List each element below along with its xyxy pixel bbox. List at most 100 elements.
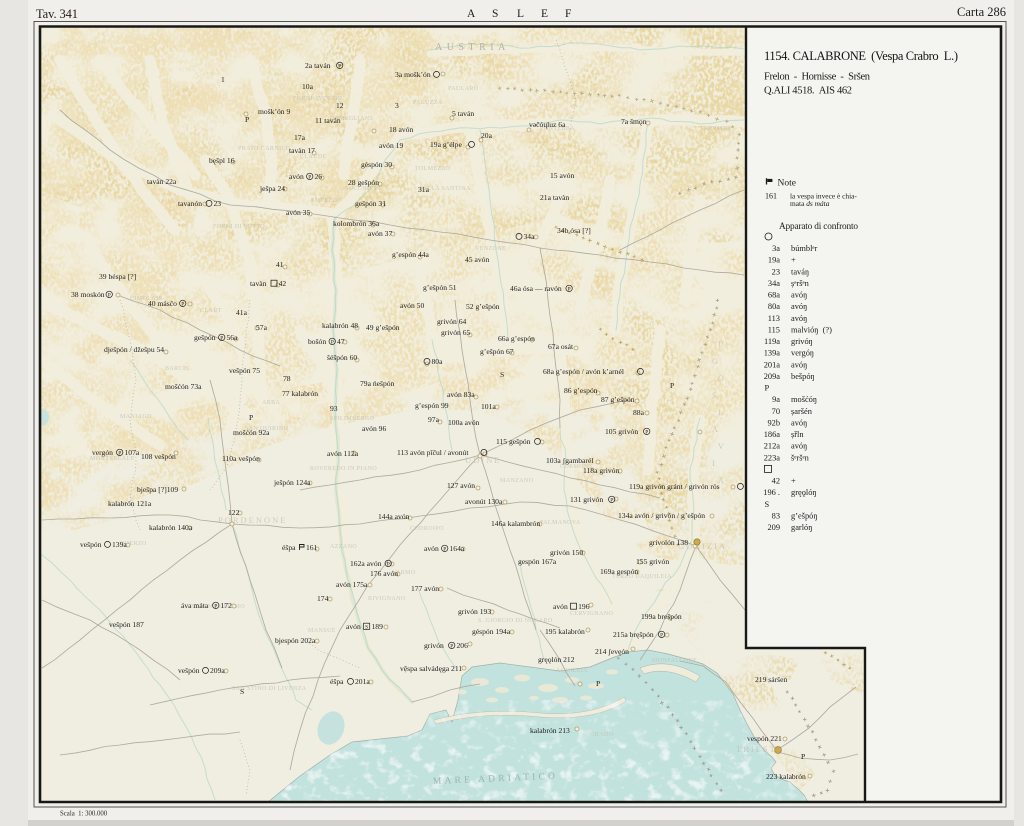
svg-text:18 avón: 18 avón [389, 125, 413, 134]
svg-text:2a taván: 2a taván [305, 61, 331, 70]
svg-text:gešpón: gešpón [194, 333, 216, 342]
svg-text:P: P [338, 64, 341, 70]
svg-text:209a: 209a [764, 372, 781, 381]
svg-text:209: 209 [767, 523, 780, 532]
svg-text:97a: 97a [428, 415, 440, 424]
svg-text:195 kalabrón: 195 kalabrón [545, 627, 585, 636]
svg-text:șřln: șřln [791, 430, 804, 439]
svg-text:éšpa: éšpa [282, 543, 296, 552]
svg-text:grivón 193: grivón 193 [458, 607, 491, 616]
svg-text:139a: 139a [764, 349, 781, 358]
svg-text:šéšpón 60: šéšpón 60 [327, 353, 357, 362]
svg-text:vešpón: vešpón [80, 540, 102, 549]
svg-text:BARCIS: BARCIS [165, 366, 189, 372]
svg-text:79a ńešpón: 79a ńešpón [360, 379, 395, 388]
svg-text:grivolón 138: grivolón 138 [649, 538, 688, 547]
svg-text:146a kalambrón: 146a kalambrón [491, 519, 540, 528]
svg-text:tavanón: tavanón [178, 199, 202, 208]
svg-text:45 avón: 45 avón [465, 255, 489, 264]
svg-text:avón 175a: avón 175a [336, 580, 368, 589]
svg-text:174: 174 [317, 594, 329, 603]
svg-text:avóŋ: avóŋ [791, 360, 807, 369]
svg-text:19a gʼélpe: 19a gʼélpe [430, 140, 462, 149]
svg-text:86 gʼespón: 86 gʼespón [564, 386, 598, 395]
svg-text:PAULARO: PAULARO [448, 86, 479, 92]
svg-text:mošćón 92a: mošćón 92a [233, 428, 270, 437]
svg-text:MANIAGO: MANIAGO [120, 414, 152, 420]
svg-text:šᵉršᵉn: šᵉršᵉn [791, 453, 810, 462]
svg-text:búmblᵉr: búmblᵉr [791, 244, 818, 253]
svg-text:+: + [791, 256, 796, 265]
svg-text:23: 23 [214, 199, 222, 208]
svg-text:moškʼón 9: moškʼón 9 [258, 107, 290, 116]
svg-text:46a ósa — ravón: 46a ósa — ravón [510, 284, 562, 293]
svg-text:MANSUE: MANSUE [308, 628, 336, 634]
svg-text:malvióŋ (?): malvióŋ (?) [791, 326, 832, 335]
svg-text:V: V [718, 442, 724, 451]
svg-text:115: 115 [768, 326, 780, 335]
svg-text:avón: avón [424, 544, 439, 553]
svg-text:66a gʼespón: 66a gʼespón [498, 334, 535, 343]
svg-text:101a: 101a [481, 402, 496, 411]
svg-text:162a avón: 162a avón [350, 559, 382, 568]
svg-text:41: 41 [276, 260, 284, 269]
svg-text:ješpón 124a: ješpón 124a [273, 478, 311, 487]
svg-text:68a: 68a [768, 291, 780, 300]
svg-text:131 grivón: 131 grivón [570, 495, 603, 504]
svg-text:139a: 139a [112, 540, 127, 549]
svg-text:186a: 186a [764, 430, 781, 439]
svg-text:șᵉršᵉn: șᵉršᵉn [791, 279, 810, 288]
svg-text:AQUILEIA: AQUILEIA [556, 668, 588, 674]
svg-text:grivón 64: grivón 64 [437, 317, 467, 326]
svg-text:avón 112a: avón 112a [327, 449, 359, 458]
svg-text:gespón 167a: gespón 167a [518, 557, 557, 566]
svg-text:géspón 194a: géspón 194a [472, 627, 511, 636]
svg-text:113: 113 [768, 314, 780, 323]
svg-text:5 taván: 5 taván [452, 109, 474, 118]
svg-text:VENZONE: VENZONE [475, 246, 506, 252]
svg-text:grivón 65: grivón 65 [441, 328, 471, 337]
svg-text:P: P [670, 381, 674, 390]
svg-text:107a: 107a [125, 448, 140, 457]
svg-text:S: S [500, 370, 504, 379]
svg-text:78: 78 [283, 374, 291, 383]
svg-text:avóŋ: avóŋ [791, 291, 807, 300]
svg-text:34a: 34a [524, 232, 536, 241]
svg-text:212a: 212a [764, 442, 781, 451]
svg-text:avóŋ: avóŋ [791, 418, 807, 427]
svg-text:52 gʼešpón: 52 gʼešpón [466, 302, 500, 311]
svg-text:70: 70 [772, 407, 780, 416]
svg-text:144a avón: 144a avón [378, 512, 410, 521]
svg-text:1154. CALABRONE (Vespa Crabro: 1154. CALABRONE (Vespa Crabro L.) [764, 49, 958, 63]
svg-text:J: J [712, 323, 715, 332]
svg-text:1: 1 [221, 75, 225, 84]
svg-text:avón 37: avón 37 [368, 229, 392, 238]
svg-text:mošćón 73a: mošćón 73a [165, 382, 202, 391]
svg-text:83: 83 [772, 511, 780, 520]
svg-text:Scala 1: 300.000: Scala 1: 300.000 [60, 811, 108, 818]
svg-text:176 avón: 176 avón [370, 569, 398, 578]
svg-text:kalabrón 140a: kalabrón 140a [149, 523, 193, 532]
svg-text:206: 206 [457, 641, 469, 650]
svg-text:172: 172 [221, 601, 233, 610]
svg-text:189: 189 [372, 622, 384, 631]
svg-text:161: 161 [306, 543, 318, 552]
svg-text:164a: 164a [450, 544, 465, 553]
svg-text:E: E [541, 8, 548, 20]
svg-text:UDINE: UDINE [465, 455, 501, 465]
svg-text:Note: Note [778, 179, 796, 189]
svg-text:3: 3 [395, 101, 399, 110]
svg-text:CLAUT: CLAUT [200, 308, 222, 314]
svg-text:105 grivón: 105 grivón [605, 427, 638, 436]
svg-text:80a: 80a [432, 357, 444, 366]
svg-text:9a: 9a [772, 395, 780, 404]
svg-text:tavàn: tavàn [250, 279, 267, 288]
svg-text:196 .: 196 . [763, 488, 780, 497]
svg-text:108 vešpón: 108 vešpón [141, 452, 176, 461]
svg-text:garlóŋ: garlóŋ [791, 523, 812, 532]
svg-text:161: 161 [765, 192, 777, 201]
svg-text:CERVIGNANO: CERVIGNANO [570, 611, 613, 617]
svg-text:56a: 56a [227, 333, 239, 342]
svg-text:GRADO: GRADO [590, 732, 614, 738]
svg-text:P: P [245, 115, 249, 124]
